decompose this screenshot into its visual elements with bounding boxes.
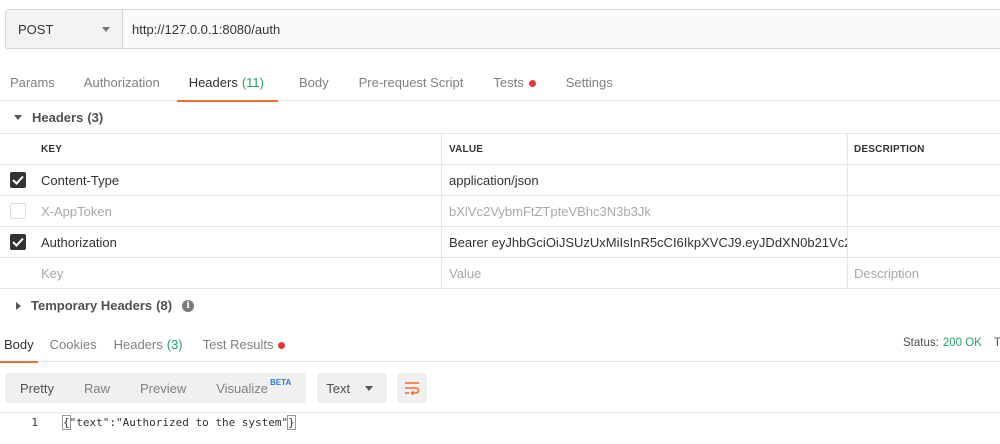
header-key-cell[interactable]: Authorization [35, 227, 442, 257]
tab-pre-request-script[interactable]: Pre-request Script [359, 66, 464, 101]
table-row: X-AppToken bXlVc2VybmFtZTpteVBhc3N3b3Jk [0, 196, 1000, 227]
table-row: Authorization Bearer eyJhbGciOiJSUzUxMiI… [0, 227, 1000, 258]
temporary-headers-title: Temporary Headers [31, 298, 153, 313]
header-value-cell[interactable]: application/json [442, 165, 848, 195]
response-status: Status: 200 OK T [903, 337, 1000, 349]
checkbox-cell [0, 165, 35, 195]
tab-settings[interactable]: Settings [566, 66, 613, 101]
request-tabs: Params Authorization Headers (11) Body P… [0, 66, 1000, 102]
url-input[interactable]: http://127.0.0.1:8080/auth [123, 10, 1000, 48]
visualize-label: Visualize [216, 380, 269, 396]
checkmark-icon [11, 237, 24, 247]
status-label: Status: [903, 337, 939, 349]
tab-label: Settings [565, 75, 613, 90]
new-key-input[interactable]: Key [35, 258, 442, 288]
tab-count: (11) [241, 75, 264, 90]
tab-label: Test Results [202, 337, 274, 352]
method-select[interactable]: POST [6, 10, 123, 48]
caret-down-icon [14, 115, 22, 120]
checkbox-cell [0, 196, 35, 226]
tab-response-headers[interactable]: Headers (3) [114, 329, 183, 362]
headers-section-title: Headers [32, 110, 84, 125]
tab-label: Authorization [83, 75, 160, 90]
tab-cookies[interactable]: Cookies [50, 329, 97, 362]
new-description-input[interactable]: Description [848, 258, 1000, 288]
format-select[interactable]: Text [317, 373, 388, 403]
tab-tests[interactable]: Tests [493, 66, 536, 101]
checkmark-icon [11, 175, 24, 185]
tab-params[interactable]: Params [10, 66, 55, 101]
tab-label: Tests [493, 75, 524, 90]
table-row-new: Key Value Description [0, 258, 1000, 289]
close-brace: } [287, 415, 296, 430]
checkbox-column-header [0, 134, 35, 164]
header-value-cell[interactable]: bXlVc2VybmFtZTpteVBhc3N3b3Jk [442, 196, 848, 226]
checkbox-cell [0, 258, 35, 288]
format-label: Text [326, 380, 351, 396]
tab-label: Cookies [49, 337, 97, 352]
table-header-row: KEY VALUE DESCRIPTION [0, 134, 1000, 165]
header-key-cell[interactable]: X-AppToken [35, 196, 442, 226]
header-enabled-checkbox[interactable] [9, 203, 26, 219]
line-number: 1 [31, 416, 38, 429]
header-value-cell[interactable]: Bearer eyJhbGciOiJSUzUxMiIsInR5cCI6IkpXV… [442, 227, 848, 257]
header-description-cell[interactable] [848, 165, 1000, 195]
caret-right-icon [16, 301, 21, 310]
temporary-headers-count: (8) [156, 298, 173, 313]
header-description-cell[interactable] [848, 196, 1000, 226]
table-row: Content-Type application/json [0, 165, 1000, 196]
info-icon[interactable]: i [182, 299, 195, 312]
tab-label: Headers [113, 337, 163, 352]
temporary-headers-toggle[interactable]: Temporary Headers (8) i [14, 298, 195, 313]
open-brace: { [62, 415, 71, 430]
header-enabled-checkbox[interactable] [9, 234, 26, 250]
status-truncated: T [993, 337, 1000, 349]
tab-label: Body [298, 75, 329, 90]
key-column-header: KEY [35, 134, 442, 164]
status-badge: 200 OK [942, 337, 982, 349]
tab-response-body[interactable]: Body [0, 329, 38, 363]
new-value-input[interactable]: Value [442, 258, 848, 288]
tab-authorization[interactable]: Authorization [84, 66, 160, 101]
tab-label: Params [10, 75, 55, 90]
response-tabs: Body Cookies Headers (3) Test Results [0, 329, 1000, 363]
header-key-cell[interactable]: Content-Type [35, 165, 442, 195]
tab-headers[interactable]: Headers (11) [176, 66, 279, 102]
request-bar: POST http://127.0.0.1:8080/auth [5, 9, 1000, 49]
headers-section-count: (3) [87, 110, 104, 125]
description-column-header: DESCRIPTION [854, 143, 925, 155]
visualize-button[interactable]: Visualize BETA [201, 373, 306, 403]
value-column-header: VALUE [442, 134, 848, 164]
headers-table: KEY VALUE DESCRIPTION Content-Type appli… [0, 133, 1000, 289]
tab-label: Pre-request Script [358, 75, 464, 90]
code-line-text: "text":"Authorized to the system" [69, 416, 289, 429]
pretty-button[interactable]: Pretty [5, 373, 69, 403]
headers-section-toggle[interactable]: Headers (3) [14, 110, 103, 125]
checkbox-cell [0, 227, 35, 257]
method-label: POST [18, 21, 54, 37]
chevron-down-icon [365, 386, 374, 391]
preview-button[interactable]: Preview [125, 373, 201, 403]
raw-button[interactable]: Raw [69, 373, 125, 403]
header-enabled-checkbox[interactable] [9, 172, 26, 188]
tab-test-results[interactable]: Test Results [203, 329, 286, 362]
response-toolbar: Pretty Raw Preview Visualize BETA Text [5, 373, 428, 403]
tab-body[interactable]: Body [299, 66, 329, 101]
code-line: {"text":"Authorized to the system"} [62, 415, 296, 430]
beta-badge: BETA [270, 377, 292, 387]
indicator-dot-icon [278, 342, 286, 349]
tab-label: Body [4, 337, 34, 352]
chevron-down-icon [102, 27, 110, 32]
tab-count: (3) [166, 337, 183, 352]
indicator-dot-icon [528, 80, 536, 87]
tab-label: Headers [188, 75, 238, 90]
wrap-lines-button[interactable] [397, 373, 428, 403]
view-mode-group: Pretty Raw Preview Visualize BETA [5, 373, 307, 403]
header-description-cell[interactable] [848, 227, 1000, 257]
wrap-lines-icon [405, 382, 420, 395]
response-body-editor[interactable]: 1 {"text":"Authorized to the system"} [0, 412, 1000, 432]
